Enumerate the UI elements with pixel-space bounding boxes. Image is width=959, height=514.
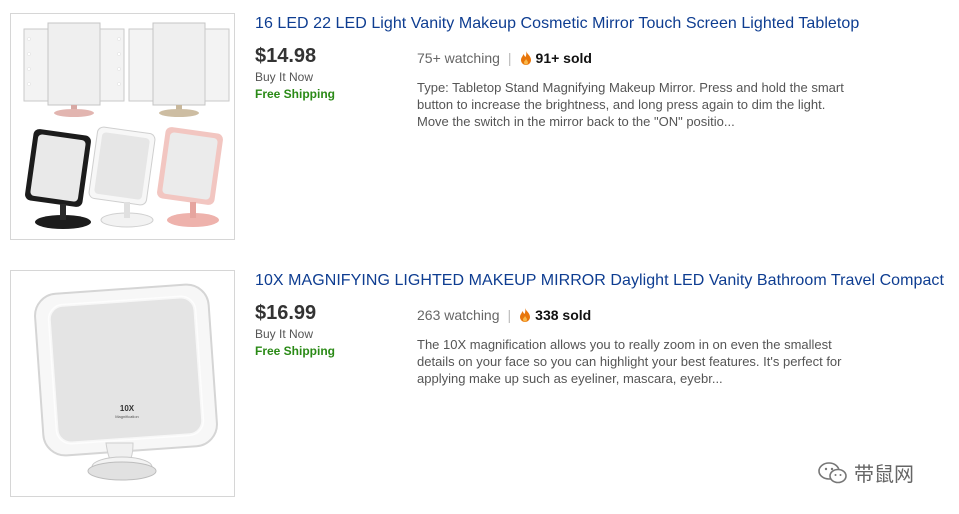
listing-stats: 263 watching | 338 sold — [417, 307, 591, 323]
listing-description: The 10X magnification allows you to real… — [417, 337, 842, 386]
listing-price: $14.98 — [255, 45, 317, 67]
product-image[interactable] — [10, 13, 235, 240]
mirror-label: 10X — [120, 404, 135, 413]
watching-count: 263 watching — [417, 307, 500, 323]
sold-count: 91+ sold — [535, 50, 592, 66]
buy-it-now-label: Buy It Now — [255, 327, 314, 341]
free-shipping-label: Free Shipping — [255, 87, 336, 101]
mirror-sublabel: Magnification — [115, 414, 139, 419]
watching-count: 75+ watching — [417, 50, 500, 66]
listing-description: Type: Tabletop Stand Magnifying Makeup M… — [417, 80, 844, 129]
wechat-icon — [818, 461, 847, 483]
free-shipping-label: Free Shipping — [255, 344, 336, 358]
fire-icon — [520, 308, 531, 322]
led-vanity-mirrors-image — [23, 22, 230, 229]
listing-price: $16.99 — [255, 302, 317, 324]
stats-separator: | — [507, 307, 512, 323]
watermark-text: 带鼠网 — [854, 464, 914, 486]
listing-stats: 75+ watching | 91+ sold — [417, 50, 592, 66]
sold-count: 338 sold — [535, 307, 592, 323]
magnifying-mirror-image: 10X Magnification — [34, 283, 218, 481]
listing-title-link[interactable]: 10X MAGNIFYING LIGHTED MAKEUP MIRROR Day… — [255, 272, 944, 290]
buy-it-now-label: Buy It Now — [255, 70, 314, 84]
search-result-item: 10X Magnification 10X MAGNIFYING LIGHTED… — [0, 269, 959, 499]
fire-icon — [520, 51, 531, 65]
listing-title-link[interactable]: 16 LED 22 LED Light Vanity Makeup Cosmet… — [255, 15, 859, 33]
search-result-item: 16 LED 22 LED Light Vanity Makeup Cosmet… — [0, 12, 959, 242]
product-image[interactable]: 10X Magnification — [10, 270, 235, 497]
watermark: 带鼠网 — [818, 458, 914, 487]
stats-separator: | — [507, 50, 512, 66]
